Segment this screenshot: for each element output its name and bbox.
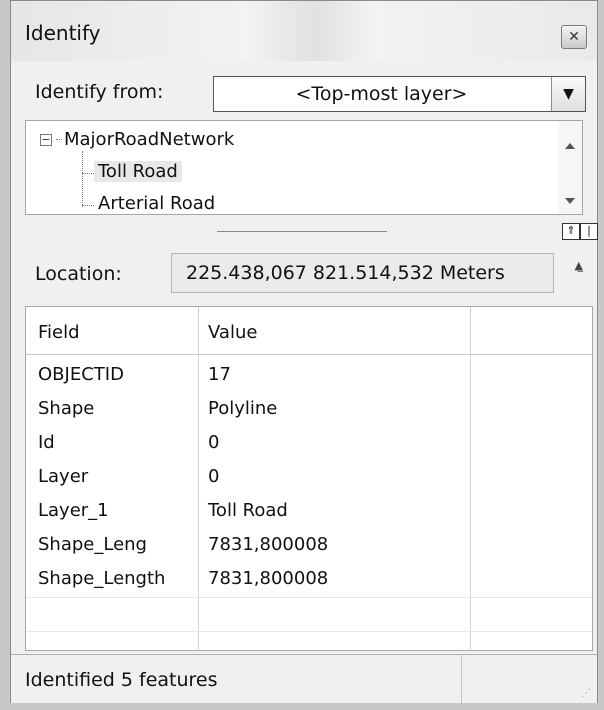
close-button[interactable]: ✕ <box>561 25 587 49</box>
table-row[interactable]: Shape_Leng 7831,800008 <box>26 529 592 563</box>
row-divider <box>26 597 592 598</box>
field-cell: OBJECTID <box>38 364 124 385</box>
identify-from-dropdown[interactable]: <Top-most layer> ▼ <box>213 76 586 112</box>
table-row[interactable]: OBJECTID 17 <box>26 359 592 393</box>
field-cell: Shape_Length <box>38 568 166 589</box>
collapse-icon[interactable]: − <box>40 133 52 146</box>
value-cell: Toll Road <box>208 500 288 521</box>
identify-window: Identify ✕ Identify from: <Top-most laye… <box>10 0 598 703</box>
table-row[interactable]: Shape Polyline <box>26 393 592 427</box>
field-cell: Layer <box>38 466 89 487</box>
panel-splitter[interactable] <box>217 231 387 232</box>
layout-toggle-icon: | <box>587 224 591 237</box>
table-row[interactable]: Shape_Length 7831,800008 <box>26 563 592 597</box>
collapse-panel-icon: ⇑ <box>566 224 576 237</box>
status-divider <box>461 655 462 703</box>
tree-scrollbar[interactable] <box>558 121 582 214</box>
tree-guide-line <box>82 151 83 207</box>
field-cell: Layer_1 <box>38 500 109 521</box>
status-bar: Identified 5 features ⋰ <box>11 654 597 703</box>
tree-connector <box>82 205 94 206</box>
attribute-grid: Field Value OBJECTID 17 Shape Polyline I… <box>25 306 593 651</box>
tree-item-toll-road[interactable]: Toll Road <box>94 161 182 182</box>
scroll-down-icon[interactable] <box>565 198 575 204</box>
layout-toggle-button[interactable]: | <box>580 223 598 240</box>
dropdown-button[interactable]: ▼ <box>551 77 585 111</box>
field-cell: Shape <box>38 398 95 419</box>
collapse-panel-button[interactable]: ⇑ <box>562 223 580 240</box>
table-row[interactable]: Id 0 <box>26 427 592 461</box>
resize-grip-icon[interactable]: ⋰ <box>581 688 591 699</box>
value-cell: Polyline <box>208 398 278 419</box>
tree-connector <box>56 139 62 140</box>
scroll-up-icon[interactable] <box>565 143 575 149</box>
tree-connector <box>82 173 94 174</box>
value-cell: 7831,800008 <box>208 534 329 555</box>
table-row[interactable]: Layer_1 Toll Road <box>26 495 592 529</box>
close-icon: ✕ <box>568 29 580 45</box>
identify-from-label: Identify from: <box>35 81 164 103</box>
value-cell: 0 <box>208 432 220 453</box>
location-value: 225.438,067 821.514,532 Meters <box>171 253 554 293</box>
layer-tree: − MajorRoadNetwork Toll Road Arterial Ro… <box>25 120 583 215</box>
tree-root-item[interactable]: − MajorRoadNetwork <box>40 129 234 150</box>
value-cell: 17 <box>208 364 231 385</box>
chevron-down-icon: ▼ <box>563 86 574 102</box>
header-field[interactable]: Field <box>38 322 80 343</box>
table-row[interactable]: Layer 0 <box>26 461 592 495</box>
tree-root-label: MajorRoadNetwork <box>64 129 235 150</box>
field-cell: Shape_Leng <box>38 534 147 555</box>
location-label: Location: <box>35 263 122 285</box>
header-value[interactable]: Value <box>208 322 257 343</box>
status-text: Identified 5 features <box>25 669 218 691</box>
row-divider <box>26 631 592 632</box>
title-bar[interactable]: Identify ✕ <box>11 1 597 61</box>
window-title: Identify <box>25 21 101 45</box>
value-cell: 7831,800008 <box>208 568 329 589</box>
tree-item-arterial-road[interactable]: Arterial Road <box>98 193 215 214</box>
location-scroll-icon[interactable]: ▲̲ <box>575 259 583 272</box>
grid-header: Field Value <box>26 307 592 355</box>
identify-from-value: <Top-most layer> <box>295 83 468 105</box>
value-cell: 0 <box>208 466 220 487</box>
field-cell: Id <box>38 432 55 453</box>
